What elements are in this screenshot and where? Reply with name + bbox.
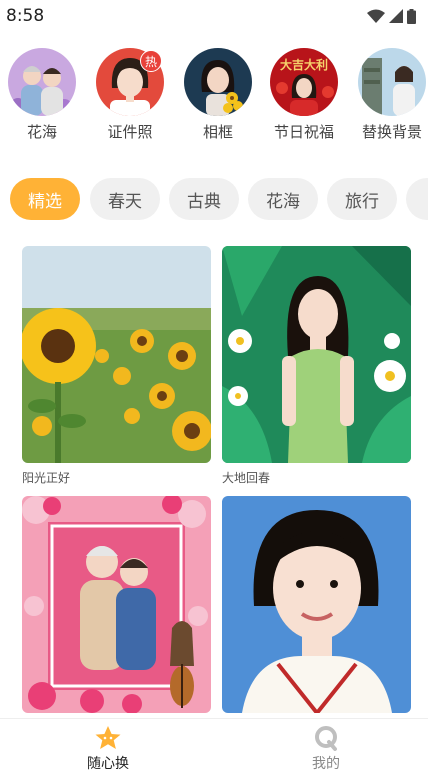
category-label: 证件照 (107, 123, 153, 141)
status-time: 8:58 (6, 6, 45, 26)
category-thumb-festival: 大吉大利 (270, 48, 338, 116)
category-label: 相框 (202, 123, 233, 141)
category-row: 花海 热 证件照 相框 大吉大利 节日祝福 替换背景 (0, 48, 428, 148)
template-card-id-photo[interactable] (222, 496, 411, 719)
tab-featured[interactable]: 精选 (10, 178, 80, 220)
category-item-replace-bg[interactable]: 替换背景 (356, 48, 428, 142)
star-icon (95, 726, 121, 749)
card-caption: 大地回春 (222, 471, 271, 485)
tab-classical[interactable]: 古典 (169, 178, 239, 220)
bottom-nav: 随心换 我的 (0, 718, 428, 780)
status-icons (367, 8, 416, 24)
card-image-id-photo (222, 496, 411, 713)
nav-label-random-swap: 随心换 (87, 756, 129, 772)
category-thumb-frame (184, 48, 252, 116)
category-item-frame[interactable]: 相框 (182, 48, 254, 142)
card-image-green-leaves (222, 246, 411, 463)
battery-icon (407, 8, 416, 24)
filter-tab-row: 精选 春天 古典 花海 旅行 (0, 178, 428, 222)
status-bar: 8:58 (0, 0, 428, 32)
nav-item-mine[interactable]: 我的 (266, 725, 386, 773)
tab-spring[interactable]: 春天 (90, 178, 160, 220)
wifi-icon (367, 9, 385, 23)
category-thumb-replace-bg (358, 48, 426, 116)
category-thumb-flower-sea (8, 48, 76, 116)
category-item-festival[interactable]: 大吉大利 节日祝福 (268, 48, 340, 142)
category-label: 节日祝福 (273, 123, 334, 141)
nav-label-mine: 我的 (312, 756, 340, 772)
tab-travel[interactable]: 旅行 (327, 178, 397, 220)
profile-q-icon (315, 726, 337, 751)
template-card-green-leaves[interactable]: 大地回春 (222, 246, 411, 486)
category-label: 替换背景 (361, 123, 422, 141)
template-card-sunflower[interactable]: 阳光正好 (22, 246, 211, 486)
card-image-sunflower (22, 246, 211, 463)
festival-thumb-text: 大吉大利 (279, 58, 328, 72)
category-label: 花海 (26, 123, 57, 141)
hot-badge: 热 (140, 50, 162, 72)
card-image-rose-frame (22, 496, 211, 713)
card-caption: 阳光正好 (22, 471, 71, 485)
template-card-rose-frame[interactable] (22, 496, 211, 719)
category-item-id-photo[interactable]: 热 证件照 (94, 48, 166, 142)
category-item-flower-sea[interactable]: 花海 (6, 48, 78, 142)
cell-signal-icon (389, 9, 403, 23)
tab-flower-sea[interactable]: 花海 (248, 178, 318, 220)
tab-more-partial[interactable] (406, 178, 428, 220)
nav-item-random-swap[interactable]: 随心换 (48, 725, 168, 773)
